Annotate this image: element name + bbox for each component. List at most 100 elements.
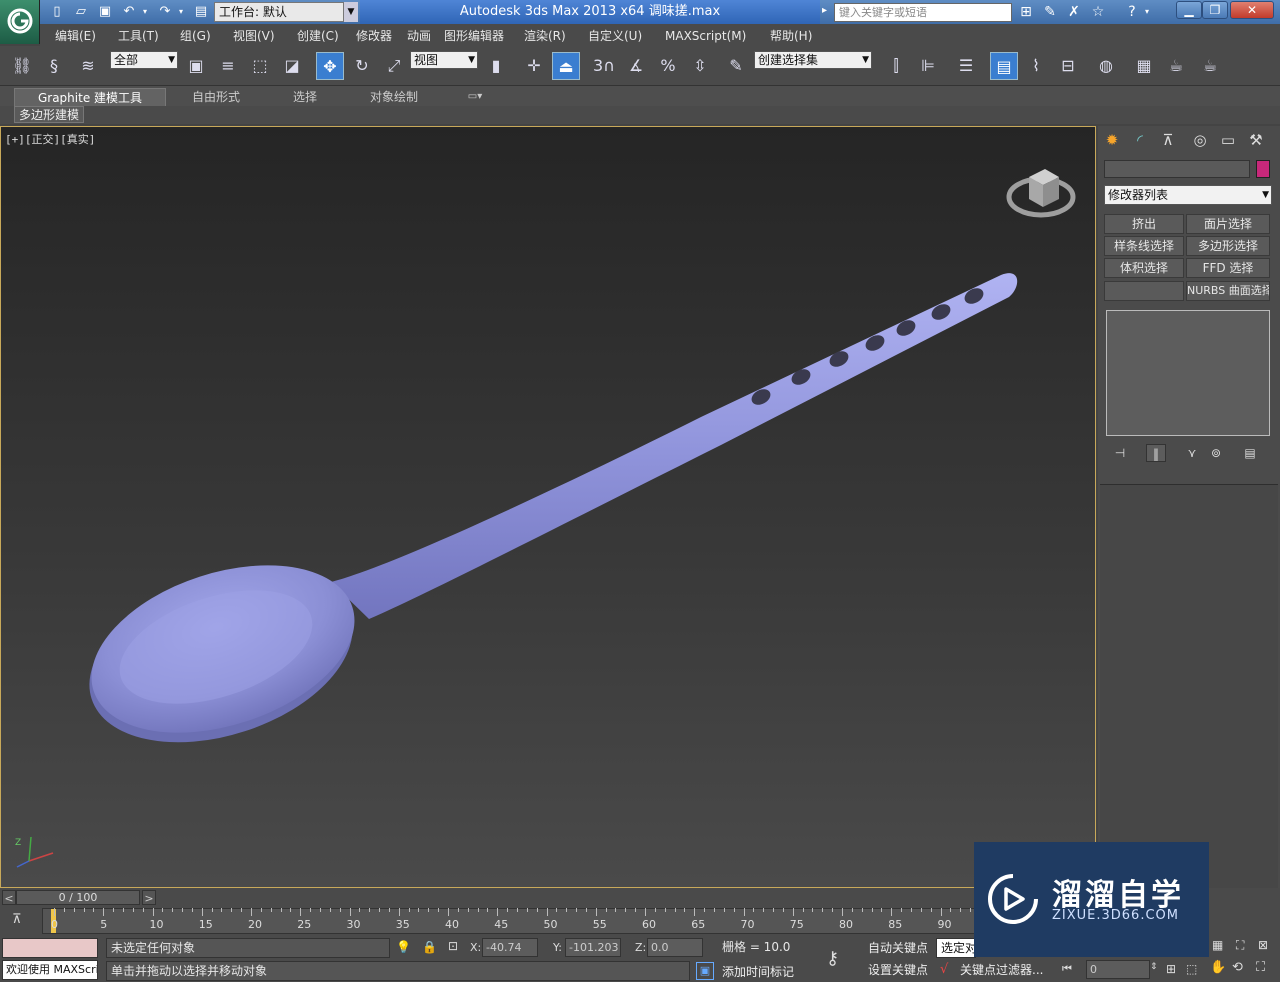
chevron-down-icon[interactable]: ▼: [344, 2, 358, 22]
subscription-icon[interactable]: ✎: [1040, 3, 1060, 21]
rectangular-selection-icon[interactable]: ⬚: [246, 52, 274, 80]
add-time-tag-button[interactable]: 添加时间标记: [722, 962, 794, 982]
menu-group[interactable]: 组(G): [180, 27, 211, 45]
menu-create[interactable]: 创建(C): [297, 27, 339, 45]
field-of-view-icon[interactable]: ⊠: [1258, 938, 1268, 952]
layer-manager-icon[interactable]: ☰: [952, 52, 980, 80]
spinner-snap-icon[interactable]: ⇳: [686, 52, 714, 80]
modifier-stack-view[interactable]: [1106, 310, 1270, 436]
snaps-toggle-icon[interactable]: 3∩: [590, 52, 618, 80]
x-coord-field[interactable]: -40.74: [482, 938, 538, 957]
save-icon[interactable]: ▣: [96, 3, 114, 21]
named-selection-dropdown[interactable]: 创建选择集 ▼: [754, 51, 872, 69]
patch-select-button[interactable]: 面片选择: [1186, 214, 1270, 234]
redo-dropdown-icon[interactable]: ▾: [176, 3, 186, 21]
app-logo-icon[interactable]: [0, 0, 40, 44]
close-button[interactable]: ✕: [1230, 1, 1274, 19]
workspace-dropdown[interactable]: 工作台: 默认: [214, 2, 344, 22]
current-frame-field[interactable]: 0: [1086, 960, 1150, 979]
menu-animation[interactable]: 动画: [407, 27, 431, 45]
help-dropdown-icon[interactable]: ▾: [1142, 3, 1152, 21]
empty-modifier-button[interactable]: [1104, 281, 1184, 301]
extrude-button[interactable]: 挤出: [1104, 214, 1184, 234]
help-icon[interactable]: ?: [1122, 3, 1142, 21]
select-manipulate-icon[interactable]: ✛: [520, 52, 548, 80]
show-end-result-icon[interactable]: ‖: [1146, 444, 1166, 462]
tab-graphite-modeling[interactable]: Graphite 建模工具: [14, 88, 166, 106]
pivot-center-icon[interactable]: ▮: [482, 52, 510, 80]
restore-button[interactable]: ❐: [1202, 1, 1228, 19]
time-slider-thumb[interactable]: 0 / 100: [16, 890, 140, 905]
align-icon[interactable]: ⊫: [914, 52, 942, 80]
select-and-move-icon[interactable]: ✥: [316, 52, 344, 80]
maxscript-listener-input[interactable]: [2, 938, 98, 958]
key-filters-button[interactable]: 关键点过滤器...: [960, 960, 1043, 980]
select-and-rotate-icon[interactable]: ↻: [348, 52, 376, 80]
tab-object-paint[interactable]: 对象绘制: [352, 88, 436, 106]
menu-tools[interactable]: 工具(T): [118, 27, 159, 45]
region-zoom-icon[interactable]: ⬚: [1186, 962, 1197, 976]
undo-icon[interactable]: ↶: [120, 3, 138, 21]
maximize-viewport-icon[interactable]: ⛶: [1256, 960, 1265, 975]
menu-help[interactable]: 帮助(H): [770, 27, 812, 45]
configure-modifier-sets-icon[interactable]: ▤: [1240, 444, 1260, 462]
reference-coordinate-dropdown[interactable]: 视图 ▼: [410, 51, 478, 69]
window-crossing-icon[interactable]: ◪: [278, 52, 306, 80]
render-production-icon[interactable]: ☕: [1196, 52, 1224, 80]
menu-edit[interactable]: 编辑(E): [55, 27, 96, 45]
unlink-icon[interactable]: §: [40, 52, 68, 80]
redo-icon[interactable]: ↷: [156, 3, 174, 21]
isolate-selection-icon[interactable]: 💡: [396, 940, 411, 954]
set-key-icon[interactable]: ⚷: [826, 948, 858, 972]
search-expand-icon[interactable]: ▸: [822, 5, 827, 16]
spline-select-button[interactable]: 样条线选择: [1104, 236, 1184, 256]
new-file-icon[interactable]: ▯: [48, 3, 66, 21]
display-tab-icon[interactable]: ▭: [1216, 128, 1240, 152]
rendered-frame-window-icon[interactable]: ☕: [1162, 52, 1190, 80]
auto-key-button[interactable]: 自动关键点: [868, 938, 928, 958]
undo-dropdown-icon[interactable]: ▾: [140, 3, 150, 21]
zoom-all-icon[interactable]: ▦: [1212, 938, 1223, 952]
go-to-start-icon[interactable]: ⏮: [1062, 962, 1072, 976]
utilities-tab-icon[interactable]: ⚒: [1244, 128, 1268, 152]
menu-customize[interactable]: 自定义(U): [588, 27, 642, 45]
y-coord-field[interactable]: -101.203: [565, 938, 621, 957]
render-setup-icon[interactable]: ▦: [1130, 52, 1158, 80]
spoon-model[interactable]: [1, 127, 1095, 887]
bind-space-warp-icon[interactable]: ≋: [74, 52, 102, 80]
make-unique-icon[interactable]: ⋎: [1182, 444, 1202, 462]
create-tab-icon[interactable]: ✹: [1100, 128, 1124, 152]
pin-stack-icon[interactable]: ⊣: [1110, 444, 1130, 462]
previous-frame-icon[interactable]: <: [2, 890, 16, 905]
mirror-icon[interactable]: ⫿: [882, 52, 910, 80]
select-by-name-icon[interactable]: ≡: [214, 52, 242, 80]
modify-tab-icon[interactable]: ◜: [1128, 128, 1152, 152]
z-coord-field[interactable]: 0.0: [647, 938, 703, 957]
ribbon-options-icon[interactable]: ▭▾: [462, 88, 488, 106]
menu-graph-editors[interactable]: 图形编辑器: [444, 27, 504, 45]
volume-select-button[interactable]: 体积选择: [1104, 258, 1184, 278]
percent-snap-icon[interactable]: %: [654, 52, 682, 80]
zoom-extents-all-icon[interactable]: ⛶: [1236, 938, 1244, 953]
viewport-label[interactable]: [+][正交][真实]: [5, 131, 95, 147]
ffd-select-button[interactable]: FFD 选择: [1186, 258, 1270, 278]
open-file-icon[interactable]: ▱: [72, 3, 90, 21]
menu-rendering[interactable]: 渲染(R): [524, 27, 566, 45]
tab-freeform[interactable]: 自由形式: [176, 88, 256, 106]
schematic-view-icon[interactable]: ⊟: [1054, 52, 1082, 80]
maxscript-output[interactable]: 欢迎使用 MAXScri: [2, 960, 98, 980]
frame-spinner-icon[interactable]: ⇕: [1150, 962, 1158, 972]
modifier-list-dropdown[interactable]: 修改器列表 ▼: [1104, 185, 1272, 205]
tab-selection[interactable]: 选择: [272, 88, 338, 106]
keyboard-shortcut-override-icon[interactable]: ⏏: [552, 52, 580, 80]
zoom-extents-icon[interactable]: ⊞: [1166, 962, 1176, 976]
polygon-modeling-panel[interactable]: 多边形建模: [14, 106, 85, 123]
angle-snap-icon[interactable]: ∡: [622, 52, 650, 80]
curve-editor-icon[interactable]: ⌇: [1022, 52, 1050, 80]
favorites-star-icon[interactable]: ☆: [1088, 3, 1108, 21]
absolute-mode-icon[interactable]: ⊡: [448, 939, 458, 953]
selection-filter-dropdown[interactable]: 全部 ▼: [110, 51, 178, 69]
menu-modifiers[interactable]: 修改器: [356, 27, 392, 45]
object-name-input[interactable]: [1104, 160, 1250, 178]
orbit-icon[interactable]: ⟲: [1232, 960, 1243, 975]
